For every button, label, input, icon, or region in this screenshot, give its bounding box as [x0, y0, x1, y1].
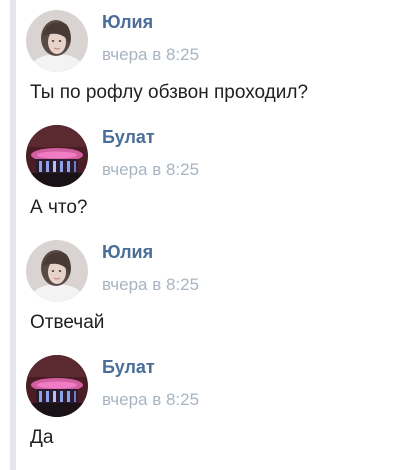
- message-item: Юлия вчера в 8:25 Отвечай: [16, 230, 403, 346]
- message-text: Да: [30, 427, 54, 448]
- message-time[interactable]: вчера в 8:25: [102, 390, 199, 410]
- message-time[interactable]: вчера в 8:25: [102, 275, 199, 295]
- user-avatar-night-building-icon: [26, 125, 88, 187]
- message-text: Ты по рофлу обзвон проходил?: [30, 82, 309, 103]
- user-avatar-girl-icon: [26, 10, 88, 72]
- avatar[interactable]: [26, 240, 88, 302]
- message-item: Юлия вчера в 8:25 Ты по рофлу обзвон про…: [16, 0, 403, 116]
- author-name[interactable]: Юлия: [102, 242, 153, 263]
- message-item: Булат вчера в 8:25 А что?: [16, 115, 403, 231]
- user-avatar-girl-icon: [26, 240, 88, 302]
- avatar[interactable]: [26, 125, 88, 187]
- message-item: Булат вчера в 8:25 Да: [16, 345, 403, 461]
- user-avatar-night-building-icon: [26, 355, 88, 417]
- author-name[interactable]: Юлия: [102, 12, 153, 33]
- message-time[interactable]: вчера в 8:25: [102, 160, 199, 180]
- author-name[interactable]: Булат: [102, 357, 155, 378]
- author-name[interactable]: Булат: [102, 127, 155, 148]
- avatar[interactable]: [26, 355, 88, 417]
- message-text: Отвечай: [30, 312, 105, 333]
- message-time[interactable]: вчера в 8:25: [102, 45, 199, 65]
- avatar[interactable]: [26, 10, 88, 72]
- message-feed: Юлия вчера в 8:25 Ты по рофлу обзвон про…: [16, 0, 403, 470]
- message-text: А что?: [30, 197, 88, 218]
